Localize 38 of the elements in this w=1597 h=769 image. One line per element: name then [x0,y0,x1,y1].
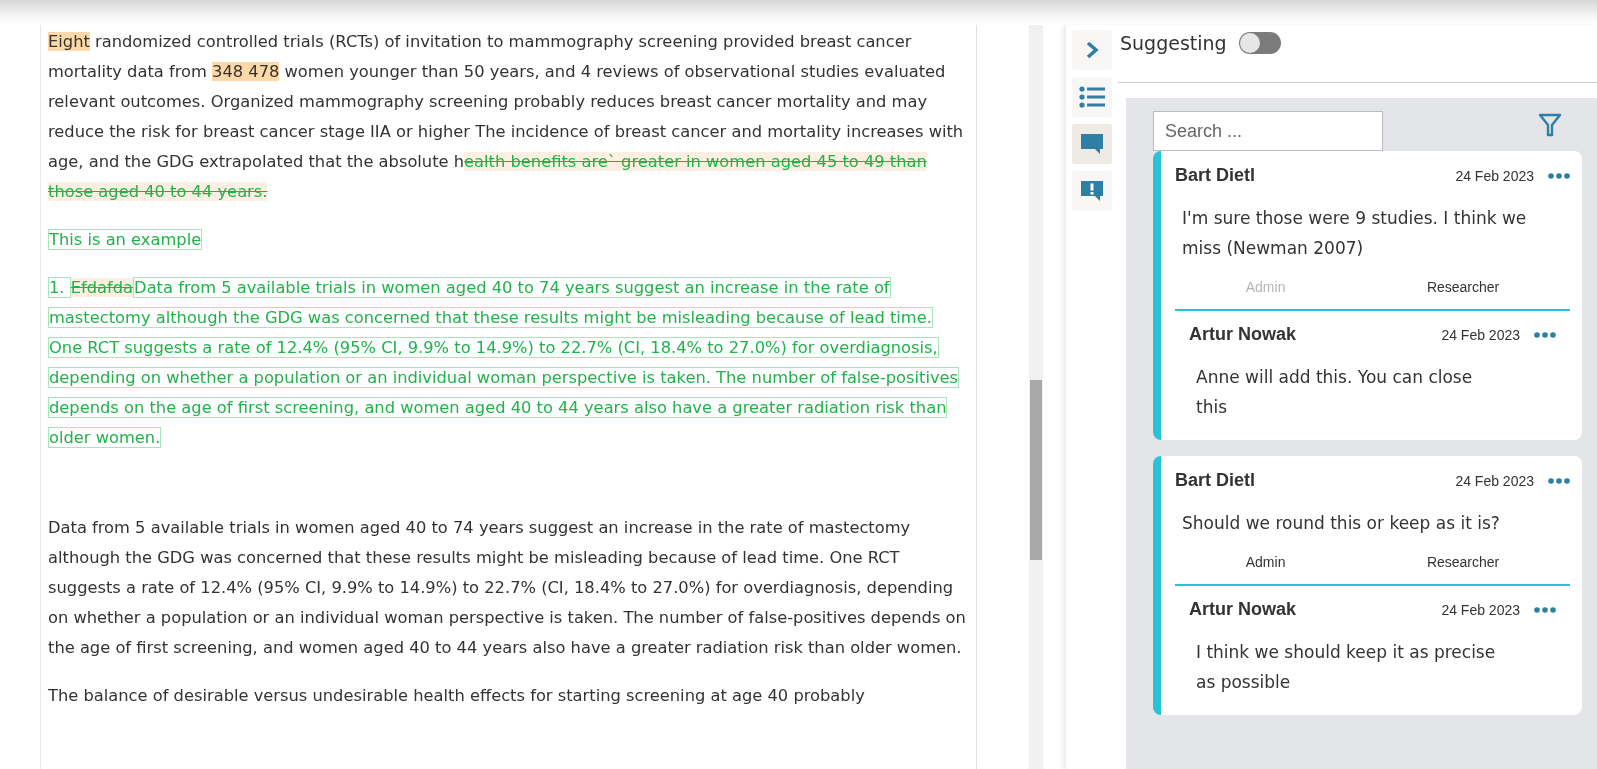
role-label: Researcher [1426,554,1500,570]
comment-icon [1080,133,1104,155]
comment-text: Should we round this or keep as it is? [1182,512,1501,535]
suggesting-label: Suggesting [1120,32,1227,54]
more-icon[interactable] [1548,172,1570,179]
list-icon [1079,86,1105,108]
scrollbar[interactable] [1029,25,1043,769]
author-name: Bart Dietl [1175,165,1255,186]
comment-text: I think we should keep it as precise as possible [1196,641,1496,694]
author-name: Artur Nowak [1189,324,1296,345]
paragraph: Eight randomized controlled trials (RCTs) of invitation to mammography screening provided breast cancer mortality data from 348 478 women younger than 50 years, and 4 reviews of observational studies evaluated relevant outcomes. Organized mammography screening probably reduces breast cancer mortality and may reduce the risk for breast cancer stage IIA or higher The incidence of breast cancer and mortality increases with age, and the GDG extrapolated that the absolute health benefits are` greater in women aged 45 to 49 than those aged 40 to 44 years. [48,31,965,203]
more-icon[interactable] [1534,606,1556,613]
comment-text: Anne will add this. You can close this [1196,366,1474,419]
paragraph: This is an example [48,228,204,252]
more-icon[interactable] [1534,331,1556,338]
comment-date: 24 Feb 2023 [1455,472,1534,489]
toggle-switch[interactable] [1238,32,1281,54]
paragraph: The balance of desirable versus undesirable health effects for starting screening at age 40 probably [48,685,866,707]
alert-comment-icon [1080,180,1104,202]
sidebar-button[interactable] [1072,171,1112,211]
comment-text: I'm sure those were 9 studies. I think we miss (Newman 2007) [1182,207,1528,260]
author-name: Bart Dietl [1175,470,1255,491]
comment-date: 24 Feb 2023 [1441,601,1520,618]
author-name: Artur Nowak [1189,599,1296,620]
comment-date: 24 Feb 2023 [1441,326,1520,343]
more-icon[interactable] [1548,477,1570,484]
paragraph: Data from 5 available trials in women aged 40 to 74 years suggest an increase in the rate of mastectomy although the GDG was concerned that these results might be misleading because of lead time. One RCT suggests a rate of 12.4% (95% CI, 9.9% to 14.9%) to 22.7% (CI, 18.4% to 27.0%) for overdiagnosis, depending on whether a population or an individual woman perspective is taken. The number of false-positives depends on the age of first screening, and women aged 40 to 44 years also have a greater radiation risk than older women. [48,517,967,659]
filter-icon[interactable] [1538,113,1562,137]
search-field[interactable]: Search ... [1153,111,1383,151]
sidebar-button[interactable] [1072,124,1112,164]
paragraph: 1. EfdafdaData from 5 available trials in women aged 40 to 74 years suggest an increase in the rate of mastectomy although the GDG was concerned that these results might be misleading because of lead time. One RCT suggests a rate of 12.4% (95% CI, 9.9% to 14.9%) to 22.7% (CI, 18.4% to 27.0%) for overdiagnosis, depending on whether a population or an individual woman perspective is taken. The number of false-positives depends on the age of first screening, and women aged 40 to 44 years also have a greater radiation risk than older women. [48,276,961,450]
role-label: Admin [1245,554,1286,570]
sidebar-button[interactable] [1072,77,1112,117]
sidebar-button[interactable] [1072,30,1112,70]
comment-date: 24 Feb 2023 [1455,167,1534,184]
role-label: Admin [1245,279,1286,295]
chevron-right-icon [1085,40,1099,60]
role-label: Researcher [1426,279,1500,295]
